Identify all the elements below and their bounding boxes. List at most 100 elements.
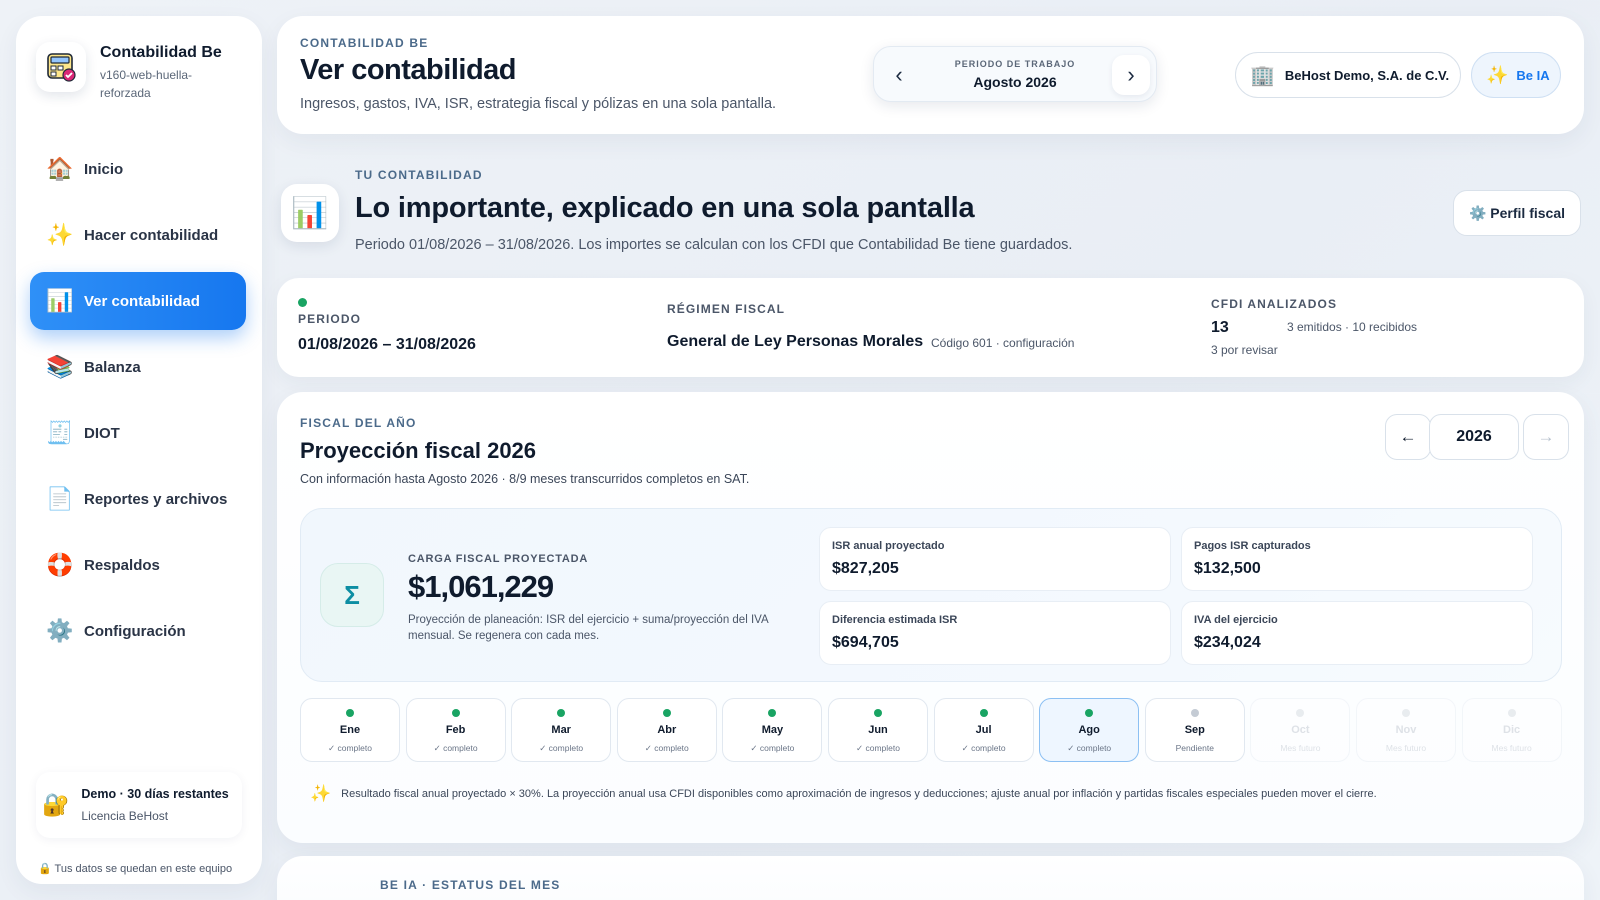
sparkles-icon: ✨: [310, 784, 332, 803]
sidebar-item-respaldos[interactable]: 🛟 Respaldos: [30, 536, 246, 594]
lifebuoy-icon: 🛟: [46, 552, 74, 577]
sidebar-item-reportes[interactable]: 📄 Reportes y archivos: [30, 470, 246, 528]
cfdi-count: 13: [1211, 319, 1229, 336]
license-subtitle: Licencia BeHost: [81, 809, 169, 823]
sidebar-item-label: Respaldos: [84, 556, 160, 574]
month-status: ✓ completo: [328, 743, 372, 753]
brand: Contabilidad Be v160-web-huella-reforzad…: [36, 42, 222, 102]
month-name: Ago: [1078, 724, 1100, 736]
regimen-label: RÉGIMEN FISCAL: [667, 302, 786, 316]
projection-footnote: ✨ Resultado fiscal anual proyectado × 30…: [310, 784, 1377, 804]
status-dot: [557, 709, 566, 717]
carga-label: CARGA FISCAL PROYECTADA: [408, 553, 589, 565]
month-status: Mes futuro: [1491, 743, 1532, 753]
sparkles-icon: ✨: [1486, 64, 1509, 85]
sidebar-item-label: Ver contabilidad: [84, 292, 200, 310]
month-chip-ene[interactable]: Ene ✓ completo: [300, 698, 400, 762]
books-icon: 📚: [46, 354, 74, 379]
building-icon: 🏢: [1250, 64, 1275, 87]
sidebar-item-inicio[interactable]: 🏠 Inicio: [30, 140, 246, 198]
metric-value: $234,024: [1194, 634, 1261, 651]
month-chip-sep[interactable]: Sep Pendiente: [1144, 698, 1245, 762]
header-kicker: CONTABILIDAD BE: [300, 36, 429, 50]
status-dot: [1296, 709, 1305, 717]
sidebar-nav: 🏠 Inicio ✨ Hacer contabilidad 📊 Ver cont…: [30, 140, 246, 668]
metric-value: $827,205: [832, 560, 899, 577]
license-card[interactable]: 🔐 Demo · 30 días restantes Licencia BeHo…: [36, 772, 242, 838]
fiscal-title: Proyección fiscal 2026: [300, 438, 537, 463]
month-status: Mes futuro: [1280, 743, 1321, 753]
sidebar-item-ver-contabilidad[interactable]: 📊 Ver contabilidad: [30, 272, 246, 330]
period-info-strip: PERIODO 01/08/2026 – 31/08/2026 RÉGIMEN …: [277, 278, 1584, 377]
status-dot: [768, 709, 777, 717]
month-name: Oct: [1291, 724, 1310, 736]
periodo-label: PERIODO: [298, 312, 362, 326]
sparkles-icon: ✨: [46, 222, 74, 247]
cfdi-label: CFDI ANALIZADOS: [1211, 297, 1338, 311]
hero-kicker: TU CONTABILIDAD: [355, 168, 483, 182]
month-name: Sep: [1184, 724, 1205, 736]
metric-card: IVA del ejercicio $234,024: [1181, 601, 1533, 665]
month-chip-dic: Dic Mes futuro: [1461, 698, 1562, 762]
month-chip-may[interactable]: May ✓ completo: [722, 698, 823, 762]
company-selector[interactable]: 🏢 BeHost Demo, S.A. de C.V.: [1235, 52, 1461, 98]
brand-version: v160-web-huella-reforzada: [100, 68, 193, 100]
local-data-note: 🔒 Tus datos se quedan en este equipo: [38, 863, 233, 875]
month-chip-ago[interactable]: Ago ✓ completo: [1039, 698, 1140, 762]
status-dot: [1085, 709, 1094, 717]
be-ia-button[interactable]: ✨ Be IA: [1471, 52, 1561, 98]
metric-label: Diferencia estimada ISR: [832, 614, 958, 626]
sidebar-item-diot[interactable]: 🧾 DIOT: [30, 404, 246, 462]
carga-note: Proyección de planeación: ISR del ejerci…: [408, 614, 768, 642]
metric-card: Diferencia estimada ISR $694,705: [819, 601, 1171, 665]
sidebar-item-label: Inicio: [84, 160, 124, 178]
receipt-icon: 🧾: [46, 420, 74, 445]
sidebar-item-hacer-contabilidad[interactable]: ✨ Hacer contabilidad: [30, 206, 246, 264]
metric-card: Pagos ISR capturados $132,500: [1181, 527, 1533, 591]
month-name: Dic: [1503, 724, 1521, 736]
sidebar-item-label: Configuración: [84, 622, 186, 640]
month-name: Jul: [975, 724, 992, 736]
status-dot: [979, 709, 988, 717]
month-chip-feb[interactable]: Feb ✓ completo: [405, 698, 506, 762]
status-dot: [1190, 709, 1199, 717]
sidebar-item-configuracion[interactable]: ⚙️ Configuración: [30, 602, 246, 660]
month-name: Feb: [445, 724, 466, 736]
month-name: Nov: [1395, 724, 1417, 736]
month-status: Pendiente: [1175, 743, 1214, 753]
month-chip-abr[interactable]: Abr ✓ completo: [616, 698, 717, 762]
next-period-button[interactable]: ›: [1112, 55, 1150, 95]
perfil-fiscal-button[interactable]: ⚙️ Perfil fiscal: [1453, 190, 1581, 236]
sidebar-item-label: Reportes y archivos: [84, 490, 228, 508]
page-subtitle: Ingresos, gastos, IVA, ISR, estrategia f…: [300, 96, 777, 112]
status-dot: [451, 709, 460, 717]
regimen-value: General de Ley Personas Morales: [667, 333, 924, 350]
month-status: ✓ completo: [750, 743, 795, 753]
month-name: Jun: [868, 724, 888, 736]
status-dot: [1402, 709, 1410, 717]
sidebar-item-balanza[interactable]: 📚 Balanza: [30, 338, 246, 396]
chevron-right-icon: ›: [1127, 62, 1135, 87]
status-dot: [298, 298, 307, 307]
month-name: Abr: [657, 724, 677, 736]
metric-card: ISR anual proyectado $827,205: [819, 527, 1171, 591]
sidebar: Contabilidad Be v160-web-huella-reforzad…: [16, 16, 262, 884]
status-dot: [874, 709, 882, 717]
chart-icon: 📊: [281, 184, 339, 242]
status-dot: [1507, 709, 1516, 717]
month-chip-jun[interactable]: Jun ✓ completo: [828, 698, 928, 762]
previous-year-button[interactable]: ←: [1385, 414, 1431, 460]
month-chip-jul[interactable]: Jul ✓ completo: [933, 698, 1034, 762]
month-chip-mar[interactable]: Mar ✓ completo: [511, 698, 612, 762]
period-selector: ‹ PERIODO DE TRABAJO Agosto 2026 ›: [873, 46, 1157, 102]
next-year-button[interactable]: →: [1523, 414, 1569, 460]
perfil-fiscal-label: ⚙️ Perfil fiscal: [1468, 204, 1566, 221]
status-kicker: BE IA · ESTATUS DEL MES: [380, 878, 561, 892]
status-dot: [662, 709, 671, 717]
metric-value: $132,500: [1194, 560, 1261, 577]
footnote-text: Resultado fiscal anual proyectado × 30%.…: [341, 788, 1377, 800]
document-icon: 📄: [46, 486, 74, 511]
arrow-right-icon: →: [1537, 427, 1555, 446]
sidebar-item-label: Balanza: [84, 358, 141, 376]
sigma-icon: Σ: [320, 563, 384, 627]
